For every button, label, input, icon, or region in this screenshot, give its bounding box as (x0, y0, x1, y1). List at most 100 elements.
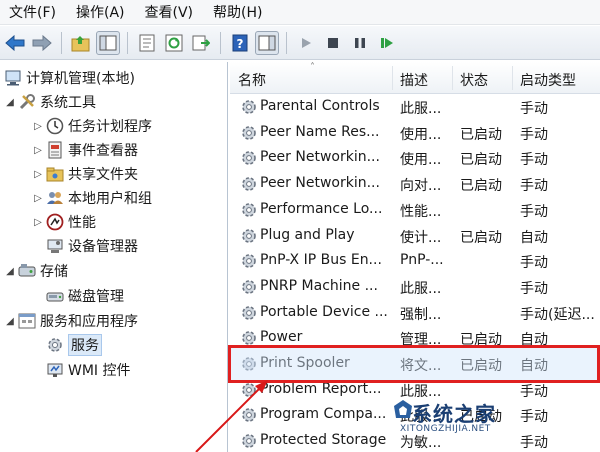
service-startup-type: 手动 (520, 435, 548, 452)
tree-item-event-viewer[interactable]: ▷ 事件查看器 (32, 138, 138, 162)
service-gear-icon (240, 227, 258, 249)
refresh-icon[interactable] (162, 31, 186, 55)
collapse-arrow-icon[interactable]: ◢ (4, 97, 16, 108)
tree-label: 系统工具 (40, 95, 96, 111)
expand-arrow-icon[interactable]: ▷ (32, 121, 44, 132)
service-row[interactable]: PNRP Machine ... 此服... 手动 (230, 274, 600, 300)
service-row[interactable]: Plug and Play 使计... 已启动 自动 (230, 223, 600, 249)
export-list-icon[interactable] (189, 31, 213, 55)
service-name: PnP-X IP Bus En... (260, 252, 382, 269)
service-name: Power (260, 329, 303, 346)
service-gear-icon (240, 406, 258, 428)
help-icon[interactable]: ? (228, 31, 252, 55)
service-status: 已启动 (460, 229, 502, 246)
tree-label: WMI 控件 (68, 363, 131, 379)
show-hide-tree-icon[interactable] (96, 30, 120, 55)
column-header-name[interactable]: 名称 (238, 70, 266, 90)
disk-icon (46, 287, 64, 305)
service-name: Portable Device ... (260, 303, 388, 320)
service-startup-type: 手动 (520, 255, 548, 272)
tree-item-device-manager[interactable]: 设备管理器 (44, 234, 138, 258)
service-name: Performance Lo... (260, 200, 383, 217)
properties-icon[interactable] (135, 31, 159, 55)
service-startup-type: 自动 (520, 229, 548, 246)
service-row[interactable]: PnP-X IP Bus En... PnP-... 手动 (230, 248, 600, 274)
console-tree: 计算机管理(本地) ◢ 系统工具 ▷ 任务计划程序 ▷ 事件查看器 ▷ 共享文件… (0, 62, 228, 452)
service-name: Parental Controls (260, 98, 380, 114)
menu-help[interactable]: 帮助(H) (210, 0, 265, 24)
wmi-icon (46, 361, 64, 379)
tree-item-performance[interactable]: ▷ 性能 (32, 210, 96, 234)
folder-up-icon[interactable] (69, 31, 93, 55)
collapse-arrow-icon[interactable]: ◢ (4, 316, 16, 327)
tree-label: 任务计划程序 (68, 119, 152, 135)
expand-arrow-icon[interactable]: ▷ (32, 217, 44, 228)
forward-arrow-icon[interactable] (30, 31, 54, 55)
service-gear-icon (240, 252, 258, 274)
menu-file[interactable]: 文件(F) (6, 0, 59, 24)
service-name: Problem Report... (260, 380, 382, 397)
services-apps-icon (18, 312, 36, 330)
column-header-status[interactable]: 状态 (460, 70, 488, 90)
watermark-logo-icon (394, 400, 412, 418)
service-startup-type: 手动(延迟... (520, 306, 595, 323)
service-row[interactable]: Performance Lo... 性能... 手动 (230, 197, 600, 223)
tree-item-system-tools[interactable]: ◢ 系统工具 (4, 90, 96, 114)
tree-item-task-scheduler[interactable]: ▷ 任务计划程序 (32, 114, 152, 138)
expand-arrow-icon[interactable]: ▷ (32, 169, 44, 180)
column-header-desc[interactable]: 描述 (400, 70, 428, 90)
column-divider[interactable] (512, 66, 513, 90)
column-divider[interactable] (452, 66, 453, 90)
back-arrow-icon[interactable] (3, 31, 27, 55)
tree-item-root[interactable]: 计算机管理(本地) (2, 66, 135, 90)
pause-icon[interactable] (348, 31, 372, 55)
tree-label: 存储 (40, 264, 68, 280)
shared-folder-icon (46, 165, 64, 183)
collapse-arrow-icon[interactable]: ◢ (4, 266, 16, 277)
svg-text:?: ? (237, 37, 244, 51)
service-gear-icon (240, 149, 258, 171)
service-row[interactable]: Peer Networkin... 使用... 已启动 手动 (230, 145, 600, 171)
tools-icon (18, 93, 36, 111)
column-header-startup[interactable]: 启动类型 (520, 70, 576, 90)
service-row[interactable]: Peer Name Res... 使用... 已启动 手动 (230, 120, 600, 146)
service-startup-type: 手动 (520, 280, 548, 297)
tree-label: 事件查看器 (68, 143, 138, 159)
toolbar-separator (286, 31, 287, 54)
service-startup-type: 手动 (520, 126, 548, 143)
gear-icon (46, 336, 64, 354)
expand-arrow-icon[interactable]: ▷ (32, 193, 44, 204)
service-name: Program Compa... (260, 406, 387, 423)
service-description: 强制... (400, 306, 442, 323)
tree-item-services[interactable]: 服务 (44, 333, 102, 357)
users-icon (46, 189, 64, 207)
service-row[interactable]: Portable Device ... 强制... 手动(延迟... (230, 300, 600, 326)
tree-item-disk-management[interactable]: 磁盘管理 (44, 284, 124, 308)
tree-item-shared-folders[interactable]: ▷ 共享文件夹 (32, 162, 138, 186)
service-startup-type: 手动 (520, 101, 548, 117)
service-name: Protected Storage (260, 432, 387, 449)
service-name: Peer Networkin... (260, 149, 380, 166)
tree-item-storage[interactable]: ◢ 存储 (4, 259, 68, 283)
service-gear-icon (240, 278, 258, 300)
start-icon[interactable] (294, 31, 318, 55)
sort-ascending-icon: ˄ (310, 62, 315, 73)
tree-item-local-users[interactable]: ▷ 本地用户和组 (32, 186, 152, 210)
service-row[interactable]: Peer Networkin... 向对... 已启动 手动 (230, 171, 600, 197)
menu-view[interactable]: 查看(V) (142, 0, 197, 24)
tree-label: 服务和应用程序 (40, 314, 138, 330)
service-status: 已启动 (460, 126, 502, 143)
service-gear-icon (240, 175, 258, 197)
expand-arrow-icon[interactable]: ▷ (32, 145, 44, 156)
menu-action[interactable]: 操作(A) (73, 0, 128, 24)
service-gear-icon (240, 381, 258, 403)
stop-icon[interactable] (321, 31, 345, 55)
menu-bar: 文件(F) 操作(A) 查看(V) 帮助(H) (0, 0, 600, 25)
column-divider[interactable] (392, 66, 393, 90)
tree-item-wmi[interactable]: WMI 控件 (44, 358, 131, 382)
restart-icon[interactable] (375, 31, 399, 55)
show-action-pane-icon[interactable] (255, 30, 279, 55)
service-description: 向对... (400, 178, 442, 195)
tree-item-services-apps[interactable]: ◢ 服务和应用程序 (4, 309, 138, 333)
service-row[interactable]: Parental Controls 此服... 手动 (230, 94, 600, 120)
